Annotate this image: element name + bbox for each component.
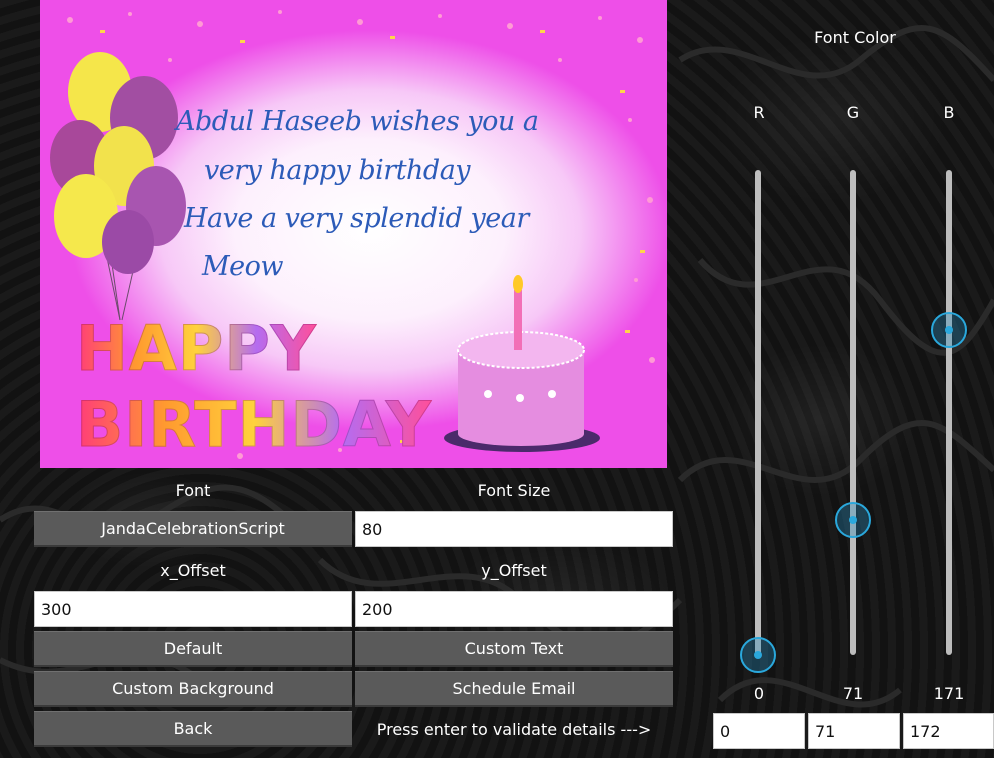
card-line-3: Have a very splendid year (184, 203, 529, 234)
r-input[interactable] (713, 713, 805, 749)
y-offset-label: y_Offset (481, 561, 547, 580)
happy-text: HAPPY (76, 312, 317, 386)
r-label: R (753, 103, 765, 122)
card-line-1: Abdul Haseeb wishes you a (176, 106, 539, 137)
b-input[interactable] (903, 713, 994, 749)
r-value: 0 (753, 684, 765, 703)
font-color-title: Font Color (814, 28, 896, 47)
custom-text-button[interactable]: Custom Text (355, 631, 673, 667)
b-slider-handle[interactable] (931, 312, 967, 348)
r-slider-handle[interactable] (740, 637, 776, 673)
custom-background-button[interactable]: Custom Background (34, 671, 352, 707)
birthday-text: BIRTHDAY (76, 388, 432, 462)
default-button[interactable]: Default (34, 631, 352, 667)
card-preview: Abdul Haseeb wishes you a very happy bir… (40, 0, 667, 468)
r-slider-track[interactable] (755, 170, 761, 655)
back-button[interactable]: Back (34, 711, 352, 747)
card-line-4: Meow (202, 251, 284, 282)
g-slider-handle[interactable] (835, 502, 871, 538)
g-input[interactable] (808, 713, 900, 749)
g-label: G (846, 103, 860, 122)
y-offset-input[interactable] (355, 591, 673, 627)
g-value: 71 (842, 684, 864, 703)
card-line-2: very happy birthday (204, 155, 471, 186)
schedule-email-button[interactable]: Schedule Email (355, 671, 673, 707)
font-size-label: Font Size (477, 481, 551, 500)
font-label: Font (175, 481, 211, 500)
b-slider-track[interactable] (946, 170, 952, 655)
validate-hint: Press enter to validate details ---> (376, 720, 652, 739)
b-value: 171 (933, 684, 965, 703)
font-select-button[interactable]: JandaCelebrationScript (34, 511, 352, 547)
g-slider-track[interactable] (850, 170, 856, 655)
x-offset-input[interactable] (34, 591, 352, 627)
font-size-input[interactable] (355, 511, 673, 547)
x-offset-label: x_Offset (160, 561, 226, 580)
b-label: B (943, 103, 955, 122)
